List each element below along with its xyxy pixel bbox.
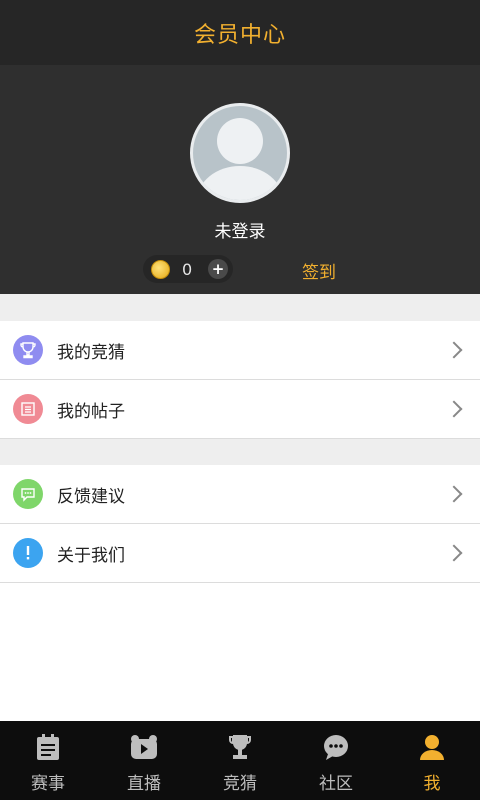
section-gap xyxy=(0,439,480,465)
avatar-body-shape xyxy=(197,166,283,200)
menu-item-label: 关于我们 xyxy=(57,545,125,566)
tab-label: 竞猜 xyxy=(223,774,257,794)
menu-item-label: 我的竞猜 xyxy=(57,342,125,363)
chevron-right-icon xyxy=(445,341,463,359)
avatar-head-shape xyxy=(217,118,263,164)
document-icon xyxy=(13,394,43,424)
user-icon xyxy=(417,733,447,761)
menu-item-label: 我的帖子 xyxy=(57,401,125,422)
trophy-icon xyxy=(225,733,255,761)
menu-item-about-us[interactable]: 关于我们 xyxy=(0,524,480,583)
chevron-right-icon xyxy=(445,544,463,562)
coin-balance: 0 + xyxy=(143,255,233,283)
menu-item-label: 反馈建议 xyxy=(57,486,125,507)
chevron-right-icon xyxy=(445,485,463,503)
add-coins-button[interactable]: + xyxy=(208,259,228,279)
menu-item-my-guesses[interactable]: 我的竞猜 xyxy=(0,321,480,380)
menu-item-my-posts[interactable]: 我的帖子 xyxy=(0,380,480,439)
live-icon xyxy=(129,733,159,761)
schedule-icon xyxy=(33,733,63,761)
chat-icon xyxy=(321,733,351,761)
tab-me[interactable]: 我 xyxy=(384,721,480,800)
tab-label: 赛事 xyxy=(31,774,65,794)
menu-item-feedback[interactable]: 反馈建议 xyxy=(0,465,480,524)
tab-live[interactable]: 直播 xyxy=(96,721,192,800)
title-bar: 会员中心 xyxy=(0,0,480,65)
tab-label: 社区 xyxy=(319,774,353,794)
tab-schedule[interactable]: 赛事 xyxy=(0,721,96,800)
bottom-tab-bar: 赛事 直播 竞猜 社区 我 xyxy=(0,721,480,800)
coin-icon xyxy=(151,259,170,279)
login-status[interactable]: 未登录 xyxy=(0,217,480,242)
chevron-right-icon xyxy=(445,400,463,418)
feedback-icon xyxy=(13,479,43,509)
tab-guess[interactable]: 竞猜 xyxy=(192,721,288,800)
checkin-button[interactable]: 签到 xyxy=(302,258,336,283)
tab-community[interactable]: 社区 xyxy=(288,721,384,800)
profile-panel: 未登录 0 + 签到 xyxy=(0,65,480,294)
section-gap xyxy=(0,294,480,321)
page-title: 会员中心 xyxy=(193,22,286,48)
trophy-icon xyxy=(13,335,43,365)
info-icon xyxy=(13,538,43,568)
coin-count: 0 xyxy=(182,259,193,279)
tab-label: 直播 xyxy=(127,774,161,794)
tab-label: 我 xyxy=(423,774,441,794)
avatar[interactable] xyxy=(190,103,290,203)
